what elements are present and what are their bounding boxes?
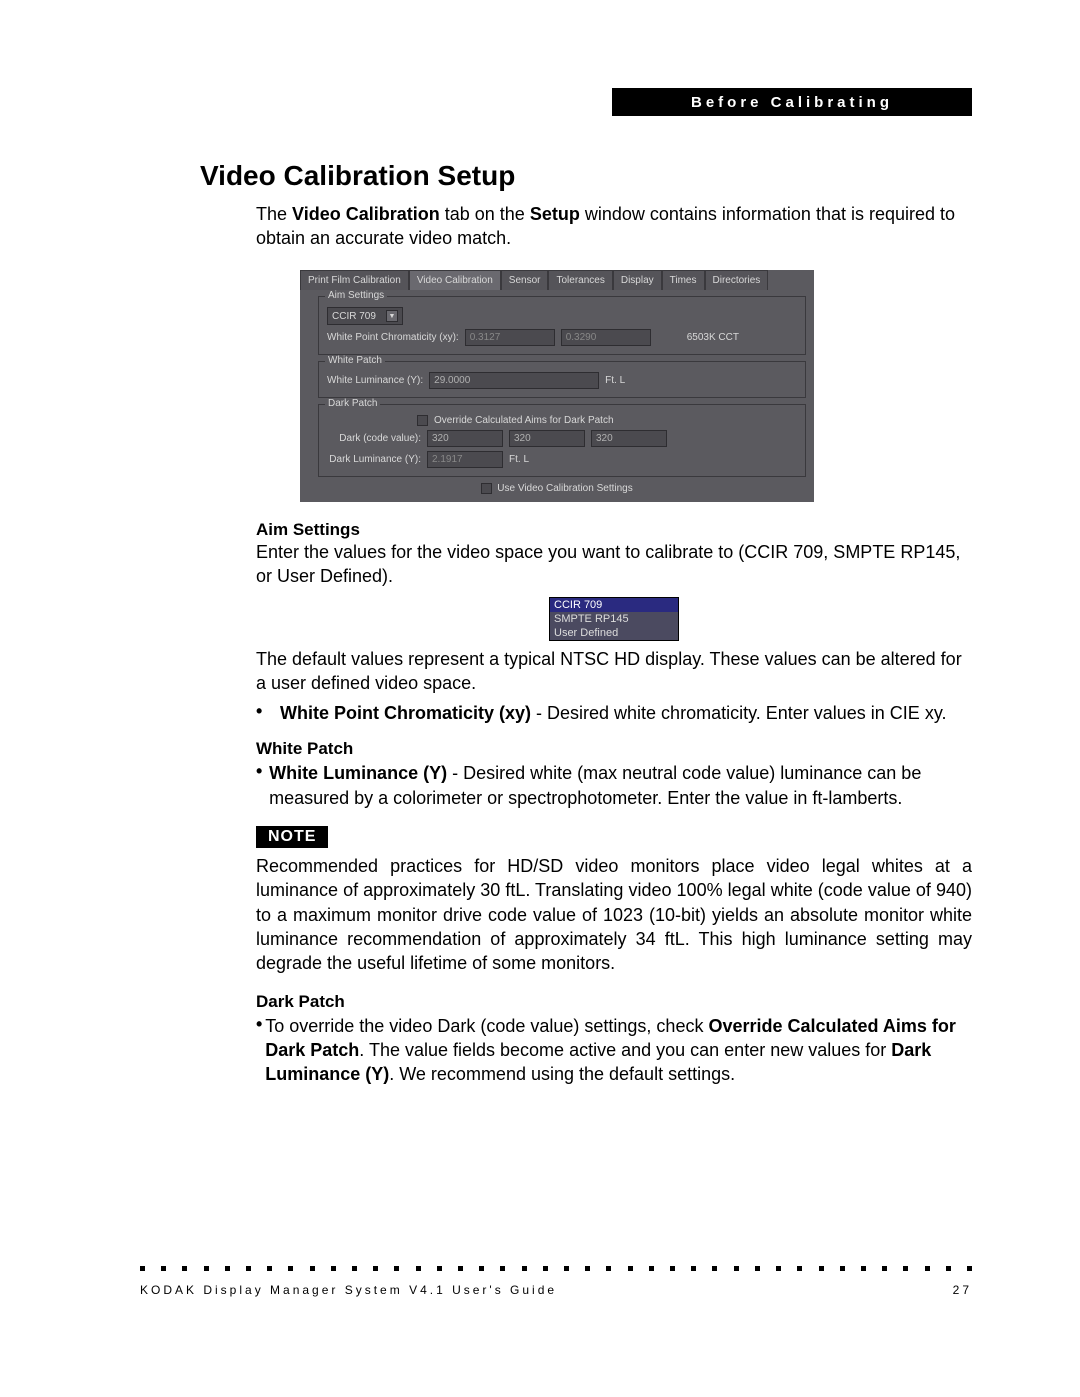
tab-print-film-calibration[interactable]: Print Film Calibration [300,270,409,290]
footer-title: KODAK Display Manager System V4.1 User's… [140,1283,557,1297]
dark-luminance-input[interactable]: 2.1917 [427,451,503,468]
override-aims-label: Override Calculated Aims for Dark Patch [434,415,614,426]
text: Video Calibration [292,204,440,224]
white-point-label: White Point Chromaticity (xy): [327,332,459,343]
select-value: CCIR 709 [332,311,376,322]
paragraph: The default values represent a typical N… [256,647,972,696]
chevron-down-icon[interactable]: ▼ [386,310,398,322]
text: The [256,204,292,224]
video-calibration-panel: Print Film Calibration Video Calibration… [300,270,814,502]
text: White Luminance (Y) [269,763,447,783]
text: tab on the [440,204,530,224]
dark-code-label: Dark (code value): [327,433,421,444]
tab-video-calibration[interactable]: Video Calibration [409,270,501,290]
paragraph: Enter the values for the video space you… [256,540,972,589]
tab-tolerances[interactable]: Tolerances [548,270,612,290]
dark-code-input-2[interactable]: 320 [509,430,585,447]
text: Setup [530,204,580,224]
white-luminance-input[interactable]: 29.0000 [429,372,599,389]
bullet-icon: • [256,701,280,725]
separator-dots [140,1266,972,1271]
white-luminance-label: White Luminance (Y): [327,375,423,386]
aim-settings-group: Aim Settings CCIR 709 ▼ White Point Chro… [318,296,806,355]
use-settings-row: Use Video Calibration Settings [300,483,814,494]
bullet-icon: • [256,1014,265,1087]
text: . We recommend using the default setting… [389,1064,735,1084]
dropdown-option: SMPTE RP145 [550,612,678,626]
aim-settings-section: Aim Settings Enter the values for the vi… [256,520,972,1086]
dropdown-option: User Defined [550,626,678,640]
text: . The value fields become active and you… [359,1040,891,1060]
intro-paragraph: The Video Calibration tab on the Setup w… [256,202,972,251]
bullet-text: White Point Chromaticity (xy) - Desired … [280,701,946,725]
section-heading: White Patch [256,739,972,759]
page-footer: KODAK Display Manager System V4.1 User's… [140,1283,972,1297]
white-patch-group: White Patch White Luminance (Y): 29.0000… [318,361,806,398]
note-badge: NOTE [256,826,328,848]
bullet-text: To override the video Dark (code value) … [265,1014,972,1087]
dark-code-input-3[interactable]: 320 [591,430,667,447]
use-video-calibration-label: Use Video Calibration Settings [497,483,632,494]
white-point-x-input[interactable]: 0.3127 [465,329,555,346]
dark-patch-group: Dark Patch Override Calculated Aims for … [318,404,806,477]
section-heading: Aim Settings [256,520,972,540]
text: White Point Chromaticity (xy) [280,703,531,723]
group-legend: Aim Settings [325,290,387,301]
page-number: 27 [953,1283,972,1297]
group-legend: White Patch [325,355,385,366]
dropdown-option-selected: CCIR 709 [550,598,678,612]
dark-code-input-1[interactable]: 320 [427,430,503,447]
dark-luminance-label: Dark Luminance (Y): [327,454,421,465]
tab-times[interactable]: Times [662,270,705,290]
white-point-y-input[interactable]: 0.3290 [561,329,651,346]
unit-label: Ft. L [509,454,529,465]
text: To override the video Dark (code value) … [265,1016,708,1036]
group-legend: Dark Patch [325,398,380,409]
use-video-calibration-checkbox[interactable] [481,483,492,494]
text: - Desired white chromaticity. Enter valu… [531,703,946,723]
section-heading: Dark Patch [256,992,972,1012]
video-space-select[interactable]: CCIR 709 ▼ [327,307,403,325]
chapter-header: Before Calibrating [612,88,972,116]
page-title: Video Calibration Setup [200,160,515,192]
dropdown-example: CCIR 709 SMPTE RP145 User Defined [549,597,679,641]
bullet-icon: • [256,761,269,810]
override-aims-checkbox[interactable] [417,415,428,426]
tab-directories[interactable]: Directories [705,270,769,290]
tab-sensor[interactable]: Sensor [501,270,549,290]
bullet-text: White Luminance (Y) - Desired white (max… [269,761,972,810]
tabs-row: Print Film Calibration Video Calibration… [300,270,814,290]
unit-label: Ft. L [605,375,625,386]
note-paragraph: Recommended practices for HD/SD video mo… [256,854,972,975]
tab-display[interactable]: Display [613,270,662,290]
cct-readout: 6503K CCT [687,332,739,343]
